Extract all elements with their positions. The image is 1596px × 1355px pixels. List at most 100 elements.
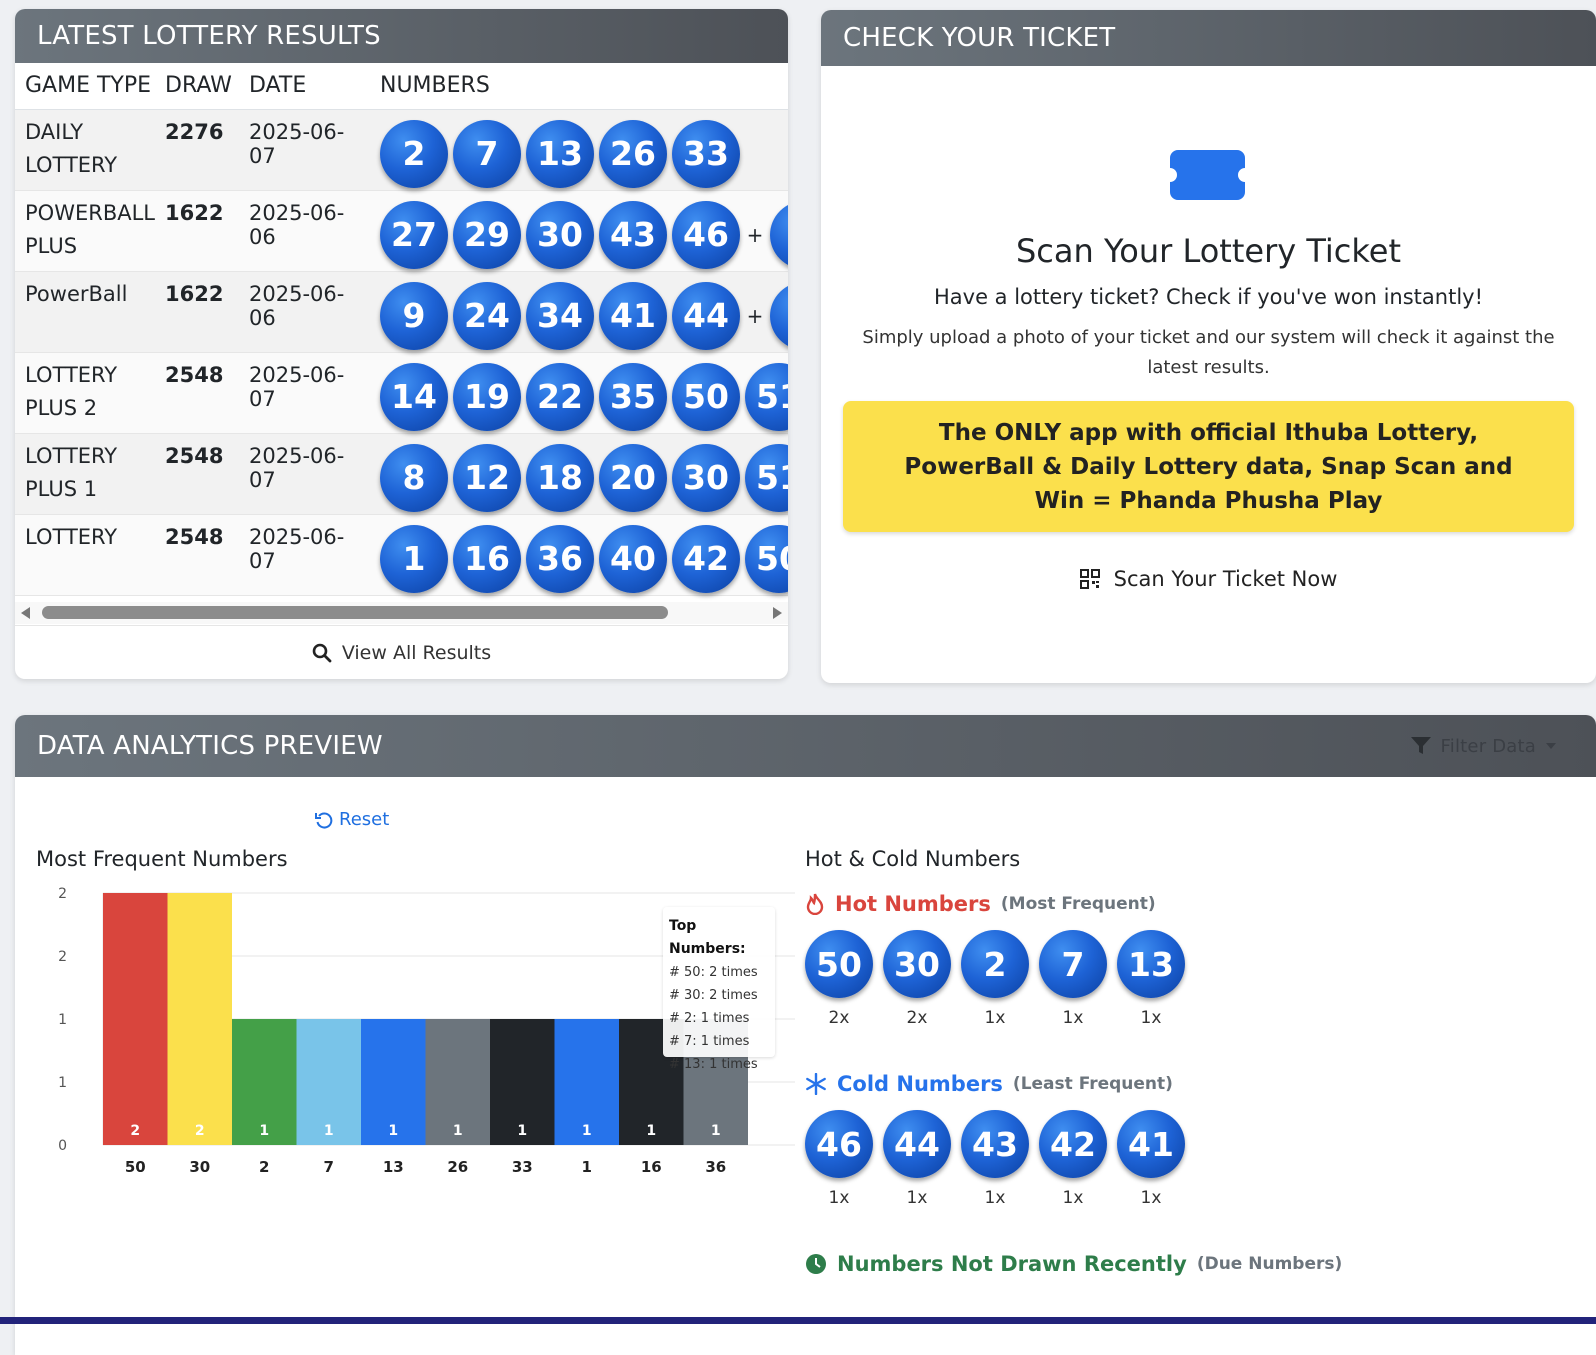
number-ball: 8 [380, 443, 448, 512]
number-ball: 44 [883, 1110, 951, 1178]
column-header-numbers: NUMBERS [370, 63, 788, 110]
ticket-icon [1170, 150, 1245, 200]
column-header-date: DATE [239, 63, 370, 110]
number-ball: 24 [453, 281, 521, 350]
bar-data-label: 1 [711, 1123, 721, 1139]
bar-data-label: 1 [388, 1123, 398, 1139]
date-cell: 2025-06-07 [239, 433, 370, 515]
result-row: LOTTERY PLUS 125482025-06-0781218203051 [15, 433, 788, 515]
game-type-cell: PowerBall [15, 271, 155, 353]
numbers-cell: 9 24 34 41 44 + [370, 271, 788, 353]
hot-numbers-sub: (Most Frequent) [1000, 894, 1156, 914]
check-ticket-title: CHECK YOUR TICKET [843, 23, 1116, 53]
game-type-cell: LOTTERY [15, 514, 155, 596]
view-all-results-link[interactable]: View All Results [15, 625, 788, 679]
frequency-count: 1x [1140, 1008, 1162, 1028]
results-table-scroll[interactable]: GAME TYPE DRAW DATE NUMBERS DAILY LOTTER… [15, 63, 788, 604]
number-ball: 34 [526, 281, 594, 350]
scroll-left-icon[interactable] [21, 607, 30, 619]
date-cell: 2025-06-07 [239, 109, 370, 191]
scan-ticket-button[interactable]: Scan Your Ticket Now [821, 567, 1596, 591]
number-ball: 18 [526, 443, 594, 512]
frequency-item: 41 1x [1117, 1110, 1185, 1208]
number-ball: 51 [745, 443, 788, 512]
bar-data-label: 2 [130, 1123, 140, 1139]
number-ball: 41 [599, 281, 667, 350]
scan-ticket-subheading: Have a lottery ticket? Check if you've w… [933, 285, 1483, 309]
x-tick-label: 36 [705, 1158, 726, 1176]
scan-ticket-description: Simply upload a photo of your ticket and… [862, 327, 1555, 378]
y-tick-label: 1 [58, 1075, 67, 1091]
due-numbers-sub: (Due Numbers) [1196, 1254, 1343, 1274]
frequency-count: 1x [906, 1188, 928, 1208]
cold-numbers-row: 46 1x 44 1x 43 1x 42 1x 41 1x [805, 1110, 1185, 1208]
frequency-count: 1x [828, 1188, 850, 1208]
frequency-item: 44 1x [883, 1110, 951, 1208]
results-table: GAME TYPE DRAW DATE NUMBERS DAILY LOTTER… [15, 63, 788, 596]
scan-ticket-button-label: Scan Your Ticket Now [1113, 567, 1338, 591]
promo-banner: The ONLY app with official Ithuba Lotter… [843, 401, 1574, 532]
horizontal-scrollbar[interactable] [15, 602, 788, 624]
y-tick-label: 2 [58, 949, 67, 965]
frequency-count: 2x [828, 1008, 850, 1028]
number-ball: 13 [1117, 930, 1185, 998]
number-ball: 7 [1039, 930, 1107, 998]
frequency-count: 1x [1140, 1188, 1162, 1208]
cold-numbers-label: Cold Numbers (Least Frequent) [805, 1072, 1173, 1096]
numbers-cell: 11636404250 [370, 514, 788, 596]
reset-icon [315, 812, 333, 828]
hot-numbers-heading: Hot Numbers [835, 892, 991, 916]
bar-data-label: 1 [517, 1123, 527, 1139]
draw-cell: 1622 [155, 271, 239, 353]
y-tick-label: 0 [58, 1138, 67, 1154]
reset-label: Reset [339, 809, 390, 830]
filter-icon [1410, 737, 1431, 754]
fire-icon [806, 893, 824, 915]
cold-numbers-heading: Cold Numbers [837, 1072, 1003, 1096]
bonus-ball [770, 200, 788, 269]
column-header-draw: DRAW [155, 63, 239, 110]
number-ball: 20 [599, 443, 667, 512]
bar[interactable] [167, 893, 233, 1145]
number-ball: 13 [526, 119, 594, 188]
bar-data-label: 1 [259, 1123, 269, 1139]
frequency-item: 50 2x [805, 930, 873, 1028]
number-ball: 33 [672, 119, 740, 188]
scroll-right-icon[interactable] [773, 607, 782, 619]
number-ball: 2 [961, 930, 1029, 998]
frequency-item: 46 1x [805, 1110, 873, 1208]
results-table-header: GAME TYPE DRAW DATE NUMBERS [15, 63, 788, 110]
date-cell: 2025-06-07 [239, 352, 370, 434]
tooltip-line: # 2: 1 times [669, 1011, 750, 1026]
bar[interactable] [103, 893, 168, 1145]
frequency-count: 1x [984, 1188, 1006, 1208]
clock-icon [806, 1254, 826, 1274]
x-tick-label: 30 [189, 1158, 210, 1176]
x-tick-label: 13 [383, 1158, 404, 1176]
latest-results-card: LATEST LOTTERY RESULTS GAME TYPE DRAW DA… [15, 9, 788, 679]
reset-button[interactable]: Reset [315, 809, 389, 830]
due-numbers-label: Numbers Not Drawn Recently (Due Numbers) [805, 1252, 1342, 1276]
scan-ticket-heading: Scan Your Lottery Ticket [1015, 232, 1401, 270]
number-ball: 22 [526, 362, 594, 431]
analytics-title: DATA ANALYTICS PREVIEW [37, 731, 383, 761]
number-ball: 46 [805, 1110, 873, 1178]
date-cell: 2025-06-06 [239, 271, 370, 353]
number-ball: 43 [599, 200, 667, 269]
bar-data-label: 1 [582, 1123, 592, 1139]
frequency-item: 30 2x [883, 930, 951, 1028]
x-tick-label: 2 [259, 1158, 269, 1176]
hot-cold-title: Hot & Cold Numbers [805, 847, 1021, 871]
number-ball: 12 [453, 443, 521, 512]
number-balls: 11636404250 [380, 524, 788, 593]
frequency-count: 2x [906, 1008, 928, 1028]
number-ball: 42 [1039, 1110, 1107, 1178]
frequency-item: 43 1x [961, 1110, 1029, 1208]
tooltip-line: # 13: 1 times [669, 1057, 758, 1072]
filter-data-dropdown[interactable]: Filter Data [1410, 736, 1556, 757]
scrollbar-thumb[interactable] [42, 606, 668, 619]
hot-numbers-row: 50 2x 30 2x 2 1x 7 1x 13 1x [805, 930, 1185, 1028]
result-row: DAILY LOTTERY 2276 2025-06-07 2 7 13 26 33 [15, 109, 788, 191]
x-tick-label: 50 [125, 1158, 146, 1176]
number-ball: 44 [672, 281, 740, 350]
